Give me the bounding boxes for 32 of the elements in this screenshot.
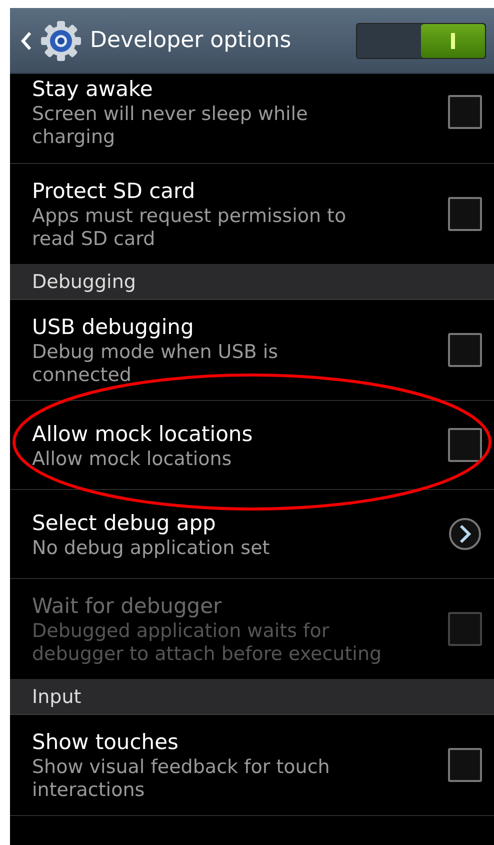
setting-title: Wait for debugger: [32, 593, 223, 620]
chevron-icon[interactable]: [448, 517, 482, 551]
checkbox[interactable]: [448, 95, 482, 129]
checkbox[interactable]: [448, 748, 482, 782]
setting-row[interactable]: Stay awake Screen will never sleep while charging: [10, 74, 494, 164]
setting-summary: Apps must request permission to read SD card: [32, 205, 348, 251]
setting-summary: Debugged application waits for debugger to attach before executing: [32, 620, 382, 666]
checkbox[interactable]: [448, 333, 482, 367]
checkbox[interactable]: [448, 197, 482, 231]
setting-summary: Screen will never sleep while charging: [32, 103, 309, 149]
setting-title: USB debugging: [32, 314, 195, 341]
setting-title: Show touches: [32, 729, 180, 756]
master-switch[interactable]: [356, 22, 486, 58]
setting-row[interactable]: Show touches Show visual feedback for touch interactions: [10, 715, 494, 816]
setting-title: Stay awake: [32, 76, 154, 103]
checkbox[interactable]: [448, 428, 482, 462]
setting-summary: No debug application set: [32, 536, 271, 560]
screen-title: Developer options: [90, 28, 292, 53]
setting-row[interactable]: Allow mock locations Allow mock locations: [10, 401, 494, 490]
gear-icon: [40, 20, 82, 62]
setting-title: Select debug app: [32, 510, 217, 536]
setting-row[interactable]: Select debug app No debug application set: [10, 490, 494, 579]
grip-icon: [451, 32, 455, 48]
setting-summary: Debug mode when USB is connected: [32, 341, 280, 387]
setting-summary: Allow mock locations: [32, 448, 233, 470]
setting-summary: Show visual feedback for touch interactions: [32, 756, 331, 802]
setting-title: Protect SD card: [32, 178, 196, 205]
section-header: Input: [10, 680, 494, 715]
section-header: Debugging: [10, 265, 494, 300]
setting-row[interactable]: USB debugging Debug mode when USB is connected: [10, 300, 494, 401]
back-icon[interactable]: [20, 30, 32, 50]
setting-title: Allow mock locations: [32, 420, 254, 448]
